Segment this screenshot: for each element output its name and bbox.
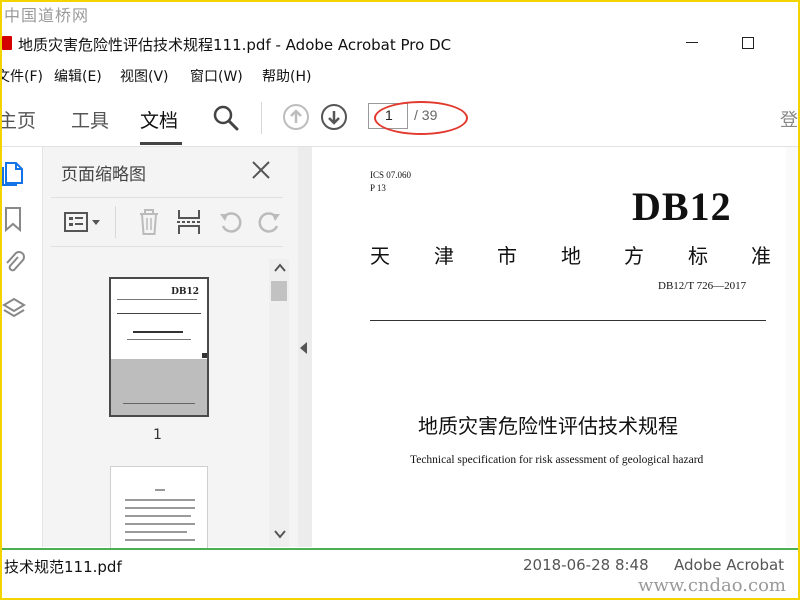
minimize-button[interactable] [686,42,698,43]
standard-char: 准 [751,244,771,268]
collapse-panel-icon[interactable] [300,342,307,354]
panel-toolbar-divider [115,206,116,238]
window-title: 地质灾害危险性评估技术规程111.pdf - Adobe Acrobat Pro… [18,36,452,54]
standard-char: 市 [497,244,517,268]
tab-tools[interactable]: 工具 [71,106,109,133]
rotate-left-icon[interactable] [217,208,245,236]
thumbnail-subtitle-line [127,339,191,340]
classification-code: P 13 [370,183,386,193]
page-thumbnail[interactable]: DB12 [111,279,207,415]
standard-char: 方 [624,244,644,268]
thumbnail-text-line [125,531,187,533]
arrow-down-circle-icon[interactable] [320,103,348,131]
status-date: 2018-06-28 8:48 [523,556,649,574]
scroll-down-icon[interactable] [274,529,286,539]
scrollbar-thumb[interactable] [271,281,287,301]
status-app: Adobe Acrobat [674,556,785,574]
tab-document[interactable]: 文档 [140,106,178,133]
standard-char: 天 [370,244,390,268]
annotation-ellipse [374,101,468,135]
toolbar-divider [261,102,262,134]
thumbnail-title-line [133,331,183,333]
arrow-up-circle-icon[interactable] [282,103,310,131]
thumbnail-text-line [125,515,191,517]
options-menu-icon[interactable] [63,208,103,236]
panel-title: 页面缩略图 [61,165,146,185]
thumbnail-text-line [125,523,195,525]
thumbnail-text-line [117,299,197,300]
menu-edit[interactable]: 编辑(E) [54,62,120,88]
thumbnail-page-label: 1 [153,427,162,443]
standard-char: 地 [561,244,581,268]
trash-icon[interactable] [135,208,163,236]
attachment-icon[interactable] [2,249,26,277]
thumbnail-rule [117,313,201,314]
menu-file[interactable]: 文件(F) [0,62,54,88]
db-code: DB12 [632,184,732,229]
document-title-en: Technical specification for risk assessm… [410,454,704,466]
search-icon[interactable] [212,104,240,132]
title-bar: 地质灾害危险性评估技术规程111.pdf - Adobe Acrobat Pro… [0,28,800,60]
page-thumbnail[interactable] [111,467,207,549]
navigation-rail [0,147,42,547]
close-icon[interactable] [250,159,272,181]
tab-home[interactable]: 主页 [0,106,36,133]
rotate-right-icon[interactable] [255,208,283,236]
menu-window[interactable]: 窗口(W) [190,62,262,88]
acrobat-app-icon [2,36,12,50]
menu-view[interactable]: 视图(V) [120,62,190,88]
thumbnail-text-line [125,539,195,541]
extract-pages-icon[interactable] [175,208,203,236]
thumbnail-text-line [125,507,195,509]
thumbnail-scrollbar[interactable] [269,259,289,547]
thumbnail-resize-handle[interactable] [202,353,207,358]
thumbnail-text-line [125,499,195,501]
standard-number: DB12/T 726—2017 [658,280,747,292]
menu-bar: 文件(F) 编辑(E) 视图(V) 窗口(W) 帮助(H) [0,62,800,88]
document-scrollbar[interactable] [786,147,800,547]
document-title-cn: 地质灾害危险性评估技术规程 [418,414,678,438]
thumbnails-panel: 页面缩略图 DB12 1 [42,147,299,549]
thumbnail-text-line [155,489,165,491]
ics-code: ICS 07.060 [370,170,412,180]
status-filename: 技术规范111.pdf [4,558,122,576]
layers-icon[interactable] [2,295,26,323]
watermark-top: 中国道桥网 [4,6,90,25]
standard-char: 标 [688,244,708,268]
scroll-up-icon[interactable] [274,263,286,273]
panel-toolbar [51,197,283,247]
document-rule [370,320,766,321]
standard-char: 津 [434,244,454,268]
menu-help[interactable]: 帮助(H) [262,62,311,88]
watermark-bottom: www.cndao.com [638,575,786,596]
page-thumbnails-icon[interactable] [2,159,26,187]
thumbnail-viewport-overlay [111,359,207,415]
thumbnail-db-code: DB12 [171,287,199,297]
thumbnail-footer-line [123,403,195,404]
maximize-button[interactable] [742,37,754,49]
active-tab-indicator [140,142,182,145]
sign-in-link[interactable]: 登 [780,106,798,132]
bookmark-icon[interactable] [2,205,26,233]
